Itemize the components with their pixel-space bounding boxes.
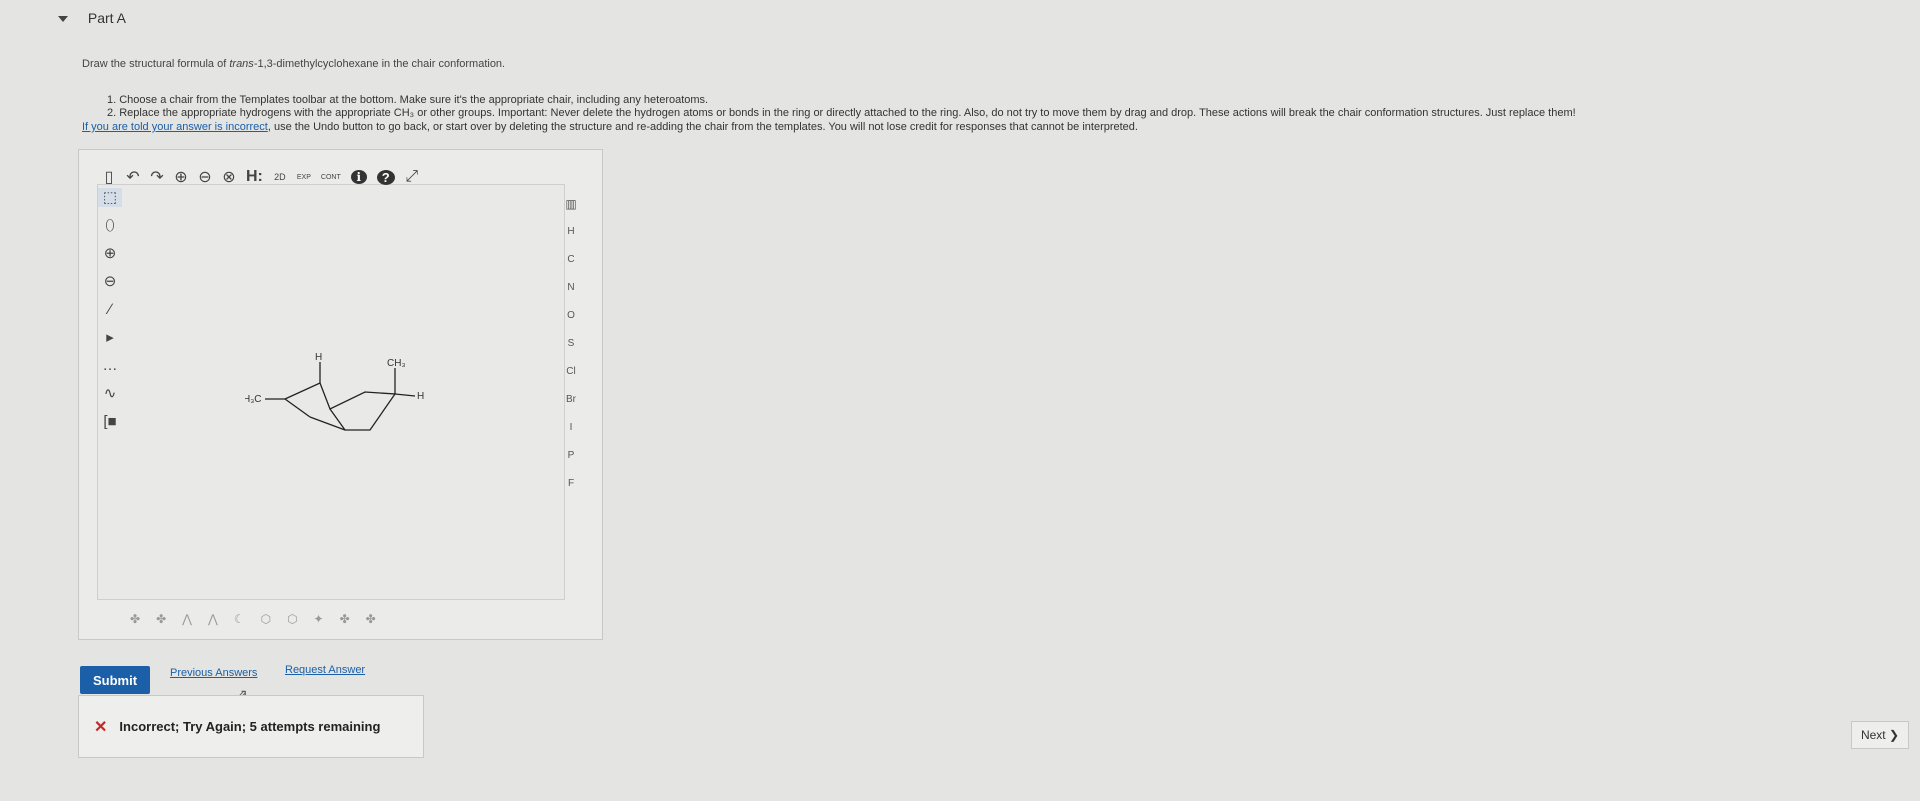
ch3-top-label: CH₃ <box>387 358 406 369</box>
instruction-line-2: 2. Replace the appropriate hydrogens wit… <box>107 107 1576 119</box>
hint-line: If you are told your answer is incorrect… <box>82 121 1138 133</box>
incorrect-help-link[interactable]: If you are told your answer is incorrect <box>82 121 268 133</box>
help-icon[interactable]: ? <box>376 169 395 185</box>
template-icon[interactable]: ✤ <box>340 612 350 626</box>
bracket-icon[interactable]: [■ <box>103 412 116 431</box>
feedback-box: ✕ Incorrect; Try Again; 5 attempts remai… <box>78 695 424 758</box>
collapse-caret-icon[interactable] <box>58 16 68 23</box>
element-br[interactable]: Br <box>566 386 576 414</box>
h-top-label: H <box>315 352 322 363</box>
positive-charge-icon[interactable]: ⊕ <box>104 244 117 263</box>
template-icon[interactable]: ✤ <box>156 612 166 626</box>
request-answer-link[interactable]: Request Answer <box>285 664 365 676</box>
left-toolbar: ⬚ ⬯ ⊕ ⊖ ∕ ▸ … ∿ [■ <box>97 188 123 431</box>
template-icon[interactable]: ✦ <box>314 612 324 626</box>
chain-icon[interactable]: ∿ <box>104 384 117 403</box>
template-icon[interactable]: ⋀ <box>182 612 192 626</box>
next-button[interactable]: Next ❯ <box>1851 721 1909 749</box>
template-icon[interactable]: ✤ <box>130 612 140 626</box>
info-icon[interactable]: ℹ <box>350 170 367 184</box>
undo-icon[interactable]: ↶ <box>126 167 140 187</box>
fullscreen-icon[interactable]: ⤢ <box>405 168 419 186</box>
select-tool-icon[interactable]: ⬚ <box>98 188 122 207</box>
element-f[interactable]: F <box>568 470 574 498</box>
template-icon[interactable]: ✤ <box>366 612 376 626</box>
element-h[interactable]: H <box>567 218 574 246</box>
part-header[interactable]: Part A <box>58 10 126 26</box>
element-s[interactable]: S <box>568 330 575 358</box>
zoom-out-icon[interactable]: ⊖ <box>198 167 212 187</box>
template-icon[interactable]: ⬡ <box>287 612 297 626</box>
part-title: Part A <box>87 10 127 26</box>
element-i[interactable]: I <box>570 414 573 442</box>
template-icon[interactable]: ⬡ <box>261 612 271 626</box>
zoom-in-icon[interactable]: ⊕ <box>174 167 188 187</box>
template-icon[interactable]: ⋀ <box>208 612 218 626</box>
templates-toolbar: ✤ ✤ ⋀ ⋀ ☾ ⬡ ⬡ ✦ ✤ ✤ <box>130 612 376 626</box>
2d-view-icon[interactable]: 2D <box>273 172 287 182</box>
element-p[interactable]: P <box>568 442 575 470</box>
element-toolbar: ▥ H C N O S Cl Br I P F <box>554 190 588 498</box>
template-icon[interactable]: ☾ <box>234 612 245 626</box>
previous-answers-link[interactable]: Previous Answers <box>170 667 257 679</box>
chair-bonds <box>265 362 416 431</box>
h3c-label: H₃C <box>245 394 262 405</box>
zoom-reset-icon[interactable]: ⊗ <box>222 167 236 187</box>
explicit-hydrogens-icon[interactable]: H: <box>246 168 263 186</box>
new-document-icon[interactable]: ▯ <box>102 167 116 187</box>
cont-icon[interactable]: CONT <box>321 174 341 181</box>
h-right-label: H <box>417 391 424 402</box>
periodic-table-icon[interactable]: ▥ <box>565 190 576 218</box>
element-c[interactable]: C <box>567 246 574 274</box>
instructions: 1. Choose a chair from the Templates too… <box>107 94 1576 120</box>
single-bond-icon[interactable]: ∕ <box>109 300 112 319</box>
hash-bond-icon[interactable]: … <box>103 356 118 375</box>
feedback-message: Incorrect; Try Again; 5 attempts remaini… <box>119 719 381 734</box>
submit-button[interactable]: Submit <box>80 666 150 694</box>
wedge-bond-icon[interactable]: ▸ <box>106 328 114 347</box>
element-n[interactable]: N <box>567 274 574 302</box>
element-cl[interactable]: Cl <box>566 358 575 386</box>
eraser-icon[interactable]: ⬯ <box>105 216 114 235</box>
top-toolbar: ▯ ↶ ↷ ⊕ ⊖ ⊗ H: 2D EXP CONT ℹ ? ⤢ <box>102 166 419 188</box>
element-o[interactable]: O <box>567 302 575 330</box>
chair-molecule[interactable]: H CH₃ H₃C H <box>245 350 445 440</box>
negative-charge-icon[interactable]: ⊖ <box>104 272 117 291</box>
exp-icon[interactable]: EXP <box>297 174 311 181</box>
redo-icon[interactable]: ↷ <box>150 167 164 187</box>
question-text: Draw the structural formula of trans-1,3… <box>82 58 506 70</box>
instruction-line-1: 1. Choose a chair from the Templates too… <box>107 94 709 106</box>
x-mark-icon: ✕ <box>94 718 108 736</box>
